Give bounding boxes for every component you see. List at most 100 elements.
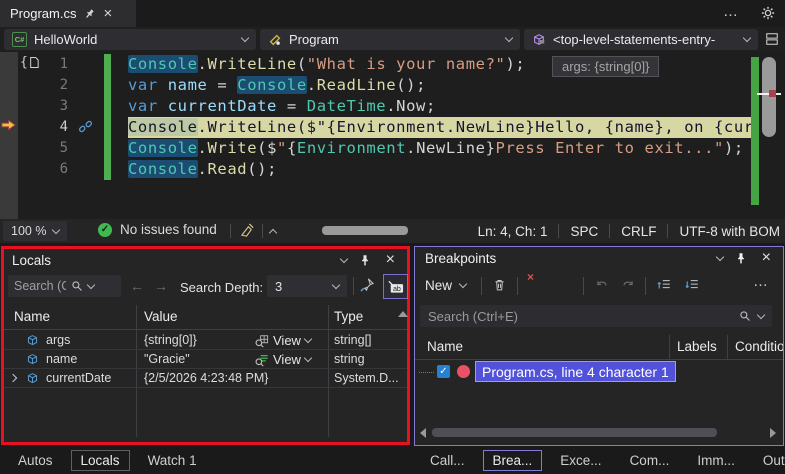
member-name: <top-level-statements-entry- <box>553 32 716 47</box>
column-condition[interactable]: Condition <box>735 339 783 354</box>
code-line[interactable]: Console.WriteLine($"{Environment.NewLine… <box>128 117 755 138</box>
variable-cube-icon <box>26 372 39 385</box>
line-ending[interactable]: CRLF <box>621 224 656 239</box>
gear-icon[interactable] <box>761 6 775 20</box>
chevron-down-icon <box>331 280 341 289</box>
code-line[interactable]: Console.WriteLine("What is your name?"); <box>128 54 755 75</box>
code-line[interactable]: var name = Console.ReadLine(); <box>128 75 755 96</box>
tab-com[interactable]: Com... <box>620 450 680 471</box>
visualizer-icon <box>254 334 269 348</box>
undo-icon[interactable] <box>595 278 609 291</box>
doc-outline-icon[interactable]: { <box>20 55 39 70</box>
column-labels[interactable]: Labels <box>677 339 717 354</box>
type-dropdown[interactable]: Program <box>260 29 520 50</box>
caret-position[interactable]: Ln: 4, Ch: 1 <box>478 224 548 239</box>
vertical-scrollbar-thumb[interactable] <box>762 57 776 137</box>
breakpoints-rows: ✓ Program.cs, line 4 character 1 <box>415 361 783 385</box>
breakpoint-dot-icon <box>457 365 470 378</box>
project-dropdown[interactable]: C# HelloWorld <box>4 29 256 50</box>
tab-autos[interactable]: Autos <box>8 450 63 471</box>
breakpoint-label[interactable]: Program.cs, line 4 character 1 <box>475 361 676 382</box>
encoding[interactable]: UTF-8 with BOM <box>679 224 780 239</box>
breakpoint-margin[interactable] <box>0 52 18 219</box>
redo-icon[interactable] <box>621 278 635 291</box>
column-name[interactable]: Name <box>14 309 50 324</box>
pin-icon[interactable] <box>359 254 371 267</box>
chevron-down-icon <box>240 33 250 43</box>
scroll-up-arrow[interactable] <box>398 311 408 317</box>
chevron-down-icon <box>303 334 313 344</box>
filter-pinned-icon[interactable] <box>360 277 375 292</box>
breakpoint-row[interactable]: ✓ Program.cs, line 4 character 1 <box>415 361 783 385</box>
tab-watch-1[interactable]: Watch 1 <box>138 450 207 471</box>
chevron-down-icon <box>86 280 96 289</box>
locals-table-header[interactable]: Name Value Type <box>4 305 407 330</box>
horizontal-scrollbar-thumb[interactable] <box>432 428 717 437</box>
code-cleanup-broom-icon[interactable] <box>240 223 255 238</box>
document-tab-bar: Program.cs × … <box>0 0 785 27</box>
export-breakpoints-icon[interactable] <box>657 278 672 292</box>
locals-row[interactable]: currentDate {2/5/2026 4:23:48 PM} System.D… <box>4 369 407 388</box>
expand-chevron-icon[interactable] <box>8 373 18 383</box>
close-icon[interactable]: × <box>386 251 395 269</box>
breakpoints-search-input[interactable]: Search (Ctrl+E) <box>420 305 772 327</box>
code-area[interactable]: Console.WriteLine("What is your name?");… <box>128 54 755 180</box>
locals-row[interactable]: name "Gracie" View string <box>4 350 407 369</box>
current-statement-arrow-icon[interactable] <box>1 119 16 131</box>
pin-icon[interactable] <box>735 252 747 265</box>
issues-status[interactable]: ✓ No issues found <box>98 222 217 237</box>
check-circle-icon: ✓ <box>98 222 112 237</box>
tab-output[interactable]: Output <box>753 450 785 471</box>
tab-imm[interactable]: Imm... <box>687 450 745 471</box>
tab-exce[interactable]: Exce... <box>550 450 611 471</box>
view-button[interactable]: View <box>254 350 313 369</box>
tab-program-cs[interactable]: Program.cs × <box>0 0 136 27</box>
back-arrow-icon[interactable]: ← <box>130 278 144 294</box>
tab-brea[interactable]: Brea... <box>482 449 543 471</box>
horizontal-scrollbar-thumb[interactable] <box>322 226 408 235</box>
code-line[interactable]: var currentDate = DateTime.Now; <box>128 96 755 117</box>
column-type[interactable]: Type <box>334 309 363 324</box>
view-button[interactable]: View <box>254 331 313 350</box>
more-options-icon[interactable]: … <box>753 273 769 290</box>
chevron-up-icon[interactable] <box>268 228 278 238</box>
column-value[interactable]: Value <box>144 309 178 324</box>
pin-icon[interactable] <box>84 8 95 20</box>
view-label: View <box>273 333 301 348</box>
datatip: args: {string[0]} <box>552 56 660 77</box>
link-icon[interactable] <box>79 120 92 133</box>
member-dropdown[interactable]: <top-level-statements-entry- <box>524 29 758 50</box>
chevron-down-icon <box>51 225 61 234</box>
more-options-icon[interactable]: … <box>723 3 739 20</box>
locals-search-input[interactable]: Search (Ctrl+E) <box>8 275 121 297</box>
zoom-dropdown[interactable]: 100 % <box>3 221 67 241</box>
tab-call[interactable]: Call... <box>420 450 475 471</box>
breakpoint-checkbox[interactable]: ✓ <box>437 365 450 378</box>
code-editor[interactable]: { 1 2 3 4 5 6 Console.WriteLine("What is your… <box>0 52 785 219</box>
search-depth-label: Search Depth: <box>180 280 264 295</box>
search-depth-dropdown[interactable]: 3 <box>267 275 347 297</box>
close-icon[interactable]: × <box>103 6 112 21</box>
column-name[interactable]: Name <box>427 339 463 354</box>
chevron-down-icon <box>742 33 752 43</box>
import-breakpoints-icon[interactable] <box>685 278 700 292</box>
code-line[interactable]: Console.Read(); <box>128 159 755 180</box>
variable-value: {2/5/2026 4:23:48 PM} <box>144 371 269 385</box>
code-line[interactable]: Console.Write($"{Environment.NewLine}Pre… <box>128 138 755 159</box>
locals-row[interactable]: args {string[0]} View string[] <box>4 331 407 350</box>
scroll-right-arrow[interactable] <box>770 428 776 438</box>
split-editor-icon[interactable] <box>765 32 779 46</box>
pin-text-ab-toggle-button[interactable]: ab <box>383 274 408 299</box>
close-icon[interactable]: × <box>762 249 771 267</box>
search-depth-value: 3 <box>275 278 283 294</box>
delete-breakpoint-icon[interactable] <box>493 278 506 292</box>
scroll-left-arrow[interactable] <box>420 428 426 438</box>
forward-arrow-icon[interactable]: → <box>154 278 168 294</box>
new-breakpoint-button[interactable]: New <box>425 278 468 293</box>
window-options-chevron-icon[interactable] <box>715 252 725 262</box>
variable-value: {string[0]} <box>144 333 197 347</box>
window-options-chevron-icon[interactable] <box>339 254 349 264</box>
tab-locals[interactable]: Locals <box>70 449 130 471</box>
change-tracking-bar <box>104 54 111 180</box>
indent-mode[interactable]: SPC <box>570 224 598 239</box>
